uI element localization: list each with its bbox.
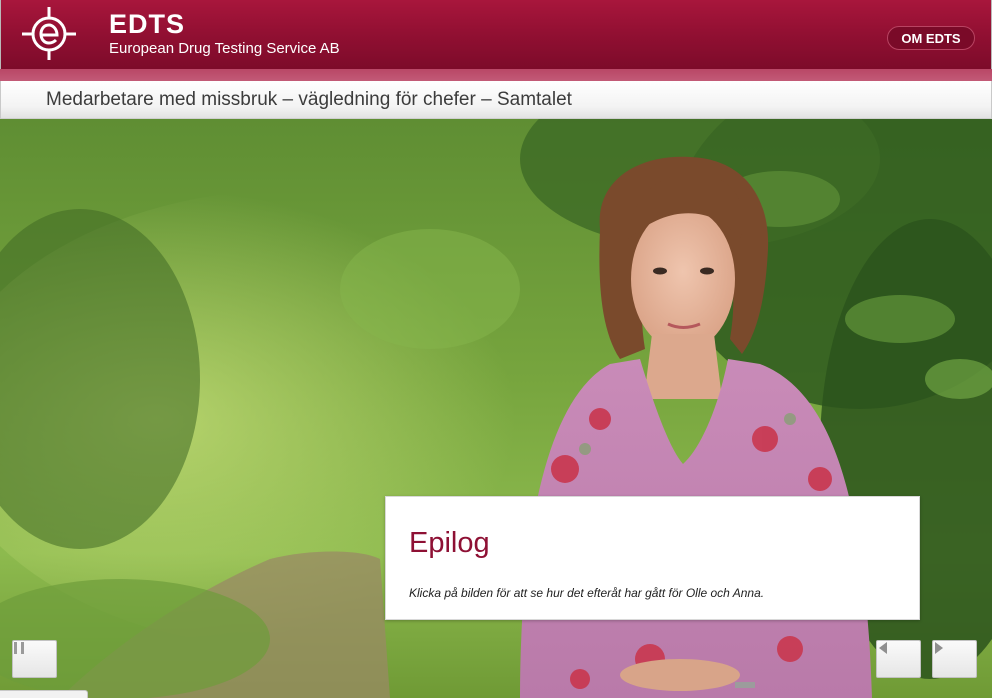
epilog-card: Epilog Klicka på bilden för att se hur d… [385, 496, 920, 620]
previous-button[interactable] [876, 640, 921, 678]
status-strip [0, 690, 88, 698]
app-window: EDTS European Drug Testing Service AB OM… [0, 0, 992, 698]
edts-logo-icon [22, 7, 76, 60]
pause-button[interactable] [12, 640, 57, 678]
arrow-left-icon [879, 642, 887, 654]
epilog-scene-image[interactable]: Epilog Klicka på bilden för att se hur d… [0, 119, 992, 698]
course-title: Medarbetare med missbruk – vägledning fö… [46, 89, 572, 110]
epilog-instruction: Klicka på bilden för att se hur det efte… [409, 586, 765, 600]
about-edts-button[interactable]: OM EDTS [887, 26, 975, 50]
brand-subtitle: European Drug Testing Service AB [109, 40, 340, 57]
brand-name: EDTS [109, 9, 186, 39]
epilog-title: Epilog [409, 527, 490, 559]
next-button[interactable] [932, 640, 977, 678]
arrow-right-icon [935, 642, 943, 654]
pause-icon [14, 642, 24, 654]
site-header: EDTS European Drug Testing Service AB OM… [0, 0, 992, 69]
course-title-bar: Medarbetare med missbruk – vägledning fö… [0, 81, 992, 119]
header-divider-band [0, 69, 992, 81]
